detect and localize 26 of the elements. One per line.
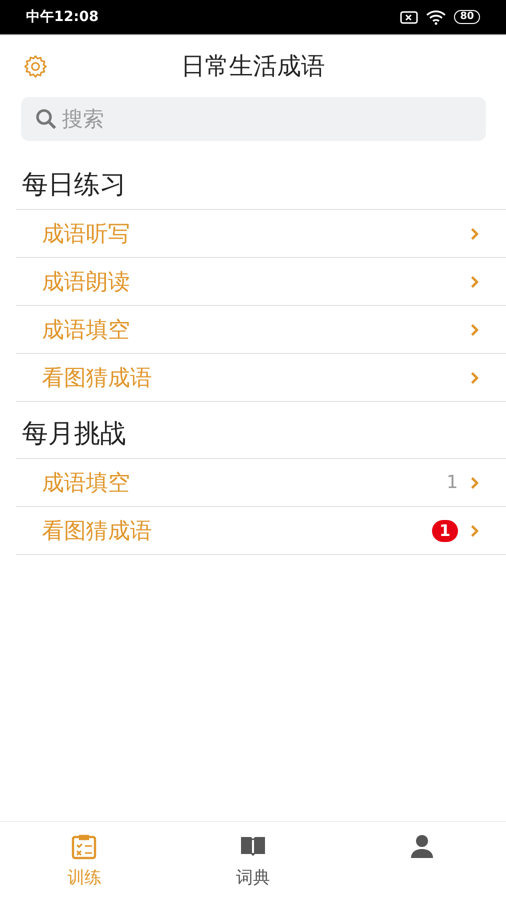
tab[interactable]: 训练 xyxy=(0,822,169,900)
notification-badge: 1 xyxy=(432,520,458,542)
chevron-right-icon xyxy=(470,476,480,490)
sim-card-icon xyxy=(400,10,418,24)
chevron-right-icon xyxy=(470,370,480,384)
chevron-right-icon xyxy=(470,226,480,240)
list-item[interactable]: 成语填空 xyxy=(16,306,506,354)
search-field[interactable]: 搜索 xyxy=(21,97,486,141)
list-item[interactable]: 成语听写 xyxy=(16,210,506,258)
chevron-right-icon xyxy=(470,524,480,538)
list-item[interactable]: 成语填空 1 xyxy=(16,459,506,507)
battery-indicator: 80 xyxy=(454,10,480,24)
count-label: 1 xyxy=(446,472,458,493)
chevron-right-icon xyxy=(470,322,480,336)
list-item[interactable]: 成语朗读 xyxy=(16,258,506,306)
section-title: 每日练习 xyxy=(21,169,127,202)
page-title: 日常生活成语 xyxy=(181,51,325,82)
section-title: 每月挑战 xyxy=(21,418,127,451)
clipboard-icon xyxy=(70,832,98,860)
wifi-icon xyxy=(426,10,446,24)
settings-icon[interactable] xyxy=(23,54,48,79)
tab[interactable]: 词典 xyxy=(168,822,338,900)
list-item[interactable]: 看图猜成语 xyxy=(16,354,506,402)
status-time: 中午12:08 xyxy=(26,8,99,26)
chevron-right-icon xyxy=(470,274,480,288)
list-item[interactable]: 看图猜成语 1 xyxy=(16,507,506,555)
